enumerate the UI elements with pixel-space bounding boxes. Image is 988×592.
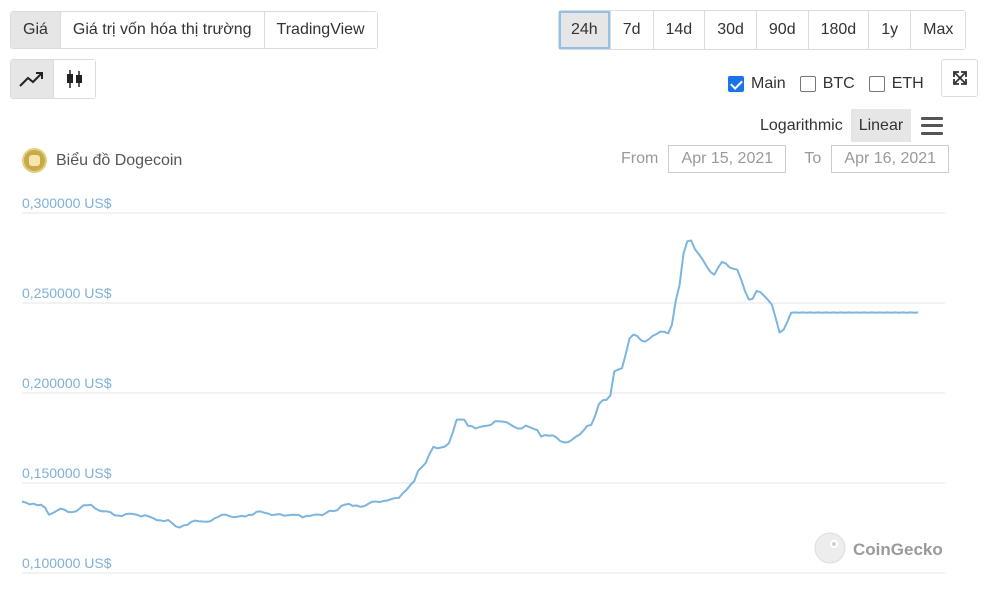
y-tick-label: 0,250000 US$ bbox=[22, 285, 112, 301]
price-chart: 0,100000 US$ 0,150000 US$ 0,200000 US$ 0,25… bbox=[21, 195, 945, 574]
checkbox-btc[interactable] bbox=[799, 76, 816, 92]
time-range-tab-group: 24h 7d 14d 30d 90d 180d 1y Max bbox=[558, 10, 967, 50]
range-1y-button[interactable]: 1y bbox=[868, 11, 911, 49]
to-date-input[interactable]: Apr 16, 2021 bbox=[831, 145, 950, 173]
coingecko-watermark: CoinGecko bbox=[814, 532, 943, 564]
tab-tradingview[interactable]: TradingView bbox=[263, 12, 377, 48]
range-180d-button[interactable]: 180d bbox=[807, 11, 869, 49]
tab-market-cap[interactable]: Giá trị vốn hóa thị trường bbox=[59, 12, 264, 48]
chart-title: Biểu đồ Dogecoin bbox=[22, 148, 182, 173]
y-tick-label: 0,100000 US$ bbox=[22, 555, 112, 571]
price-series-line bbox=[21, 239, 919, 529]
fullscreen-button[interactable] bbox=[941, 59, 978, 97]
tab-price[interactable]: Giá bbox=[11, 12, 60, 48]
expand-icon bbox=[952, 71, 967, 85]
toggle-btc[interactable]: BTC bbox=[799, 75, 855, 93]
coingecko-logo-icon bbox=[814, 532, 846, 564]
toggle-main[interactable]: Main bbox=[728, 75, 786, 93]
checkbox-main[interactable] bbox=[728, 76, 744, 92]
candlestick-chart-button[interactable] bbox=[53, 60, 95, 98]
toggle-eth[interactable]: ETH bbox=[868, 75, 924, 93]
y-tick-label: 0,150000 US$ bbox=[22, 465, 112, 481]
from-label: From bbox=[621, 150, 659, 167]
toggle-main-label: Main bbox=[751, 75, 786, 92]
toggle-btc-label: BTC bbox=[822, 75, 855, 92]
range-30d-button[interactable]: 30d bbox=[704, 11, 756, 49]
line-chart-button[interactable] bbox=[11, 60, 53, 98]
view-tab-group: Giá Giá trị vốn hóa thị trường TradingVi… bbox=[10, 11, 378, 49]
scale-controls: Logarithmic Linear bbox=[752, 109, 944, 142]
linear-button[interactable]: Linear bbox=[850, 109, 912, 142]
date-range: From Apr 15, 2021 To Apr 16, 2021 bbox=[621, 145, 950, 173]
from-date-input[interactable]: Apr 15, 2021 bbox=[668, 145, 787, 173]
chart-type-group bbox=[10, 59, 96, 99]
logarithmic-button[interactable]: Logarithmic bbox=[752, 109, 851, 142]
candlestick-icon bbox=[66, 70, 82, 88]
watermark-text: CoinGecko bbox=[853, 540, 943, 559]
to-label: To bbox=[804, 150, 822, 167]
chart-title-text: Biểu đồ Dogecoin bbox=[56, 151, 183, 169]
comparison-toggles: Main BTC ETH bbox=[728, 75, 924, 93]
line-chart-icon bbox=[19, 72, 43, 87]
checkbox-eth[interactable] bbox=[868, 76, 885, 92]
range-90d-button[interactable]: 90d bbox=[755, 11, 808, 49]
toggle-eth-label: ETH bbox=[891, 75, 924, 92]
y-tick-label: 0,200000 US$ bbox=[22, 375, 112, 391]
range-24h-button[interactable]: 24h bbox=[559, 11, 610, 49]
range-14d-button[interactable]: 14d bbox=[652, 11, 705, 49]
dogecoin-icon bbox=[22, 148, 47, 173]
range-max-button[interactable]: Max bbox=[910, 11, 966, 49]
range-7d-button[interactable]: 7d bbox=[609, 11, 653, 49]
y-tick-label: 0,300000 US$ bbox=[22, 195, 112, 211]
hamburger-menu-icon[interactable] bbox=[921, 116, 944, 135]
